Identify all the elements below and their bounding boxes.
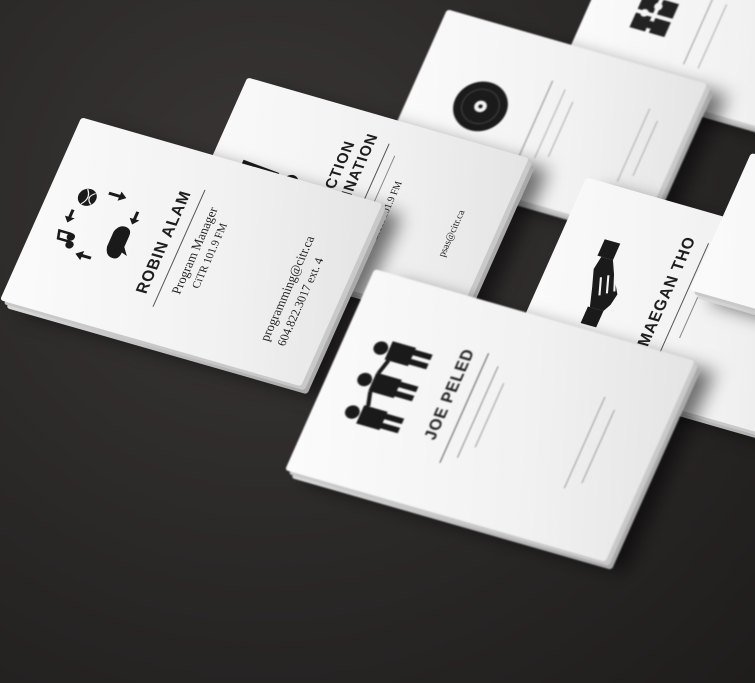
vinyl-record-icon xyxy=(453,81,508,132)
card-email: psas@citr.ca xyxy=(436,208,468,259)
group-people-icon xyxy=(345,341,433,434)
handshake-icon xyxy=(580,239,621,328)
photo-scene: PRODUCTION COORDINATION CiTR 101.9 FM ps… xyxy=(0,0,755,683)
puzzle-icon xyxy=(629,0,680,38)
music-cycle-icon xyxy=(56,188,140,261)
